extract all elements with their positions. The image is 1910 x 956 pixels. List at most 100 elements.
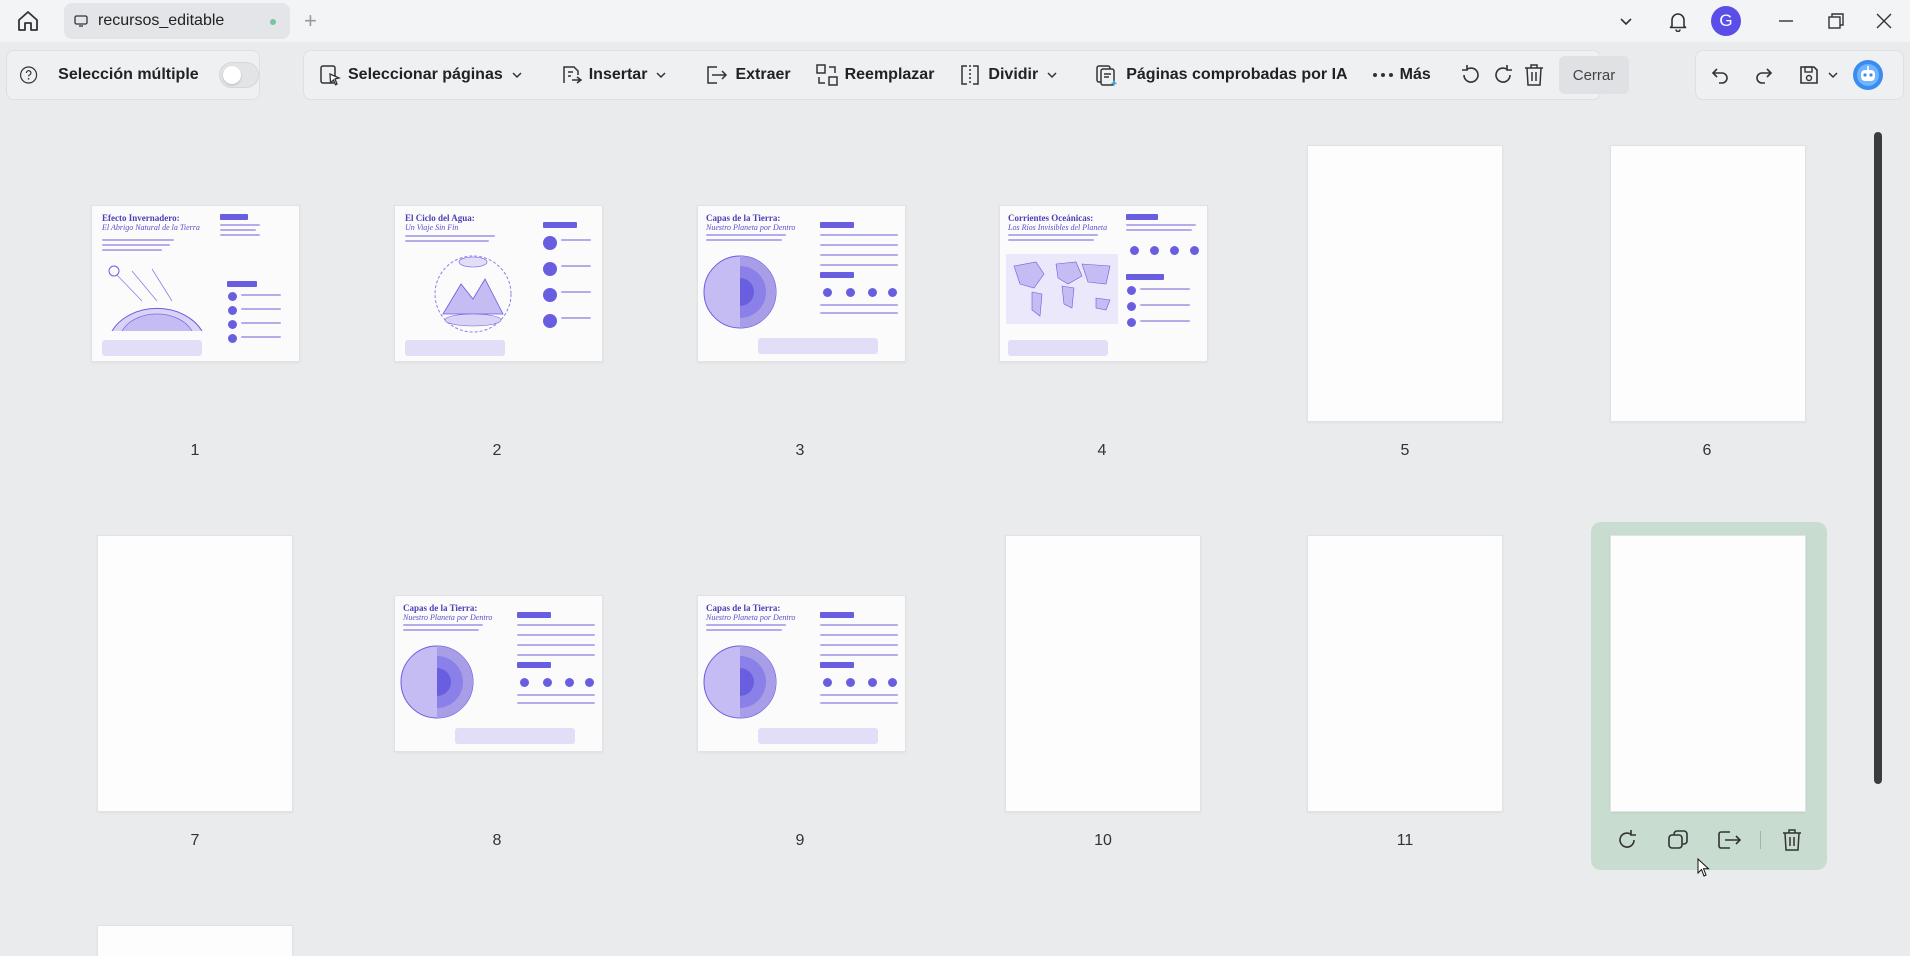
multi-select-panel: Selección múltiple (6, 50, 260, 100)
avatar[interactable]: G (1711, 6, 1741, 36)
replace-button[interactable]: Reemplazar (809, 57, 941, 93)
extract-label: Extraer (735, 66, 791, 83)
split-icon (961, 65, 980, 85)
document-tab-icon (74, 15, 88, 27)
insert-button[interactable]: Insertar (553, 57, 680, 93)
duplicate-page-button[interactable] (1658, 822, 1698, 858)
bell-icon (1669, 13, 1687, 32)
extract-icon (1717, 831, 1741, 849)
document-tab[interactable]: recursos_editable (64, 3, 290, 39)
close-window-button[interactable] (1864, 4, 1904, 38)
divider (1759, 831, 1761, 849)
page-grid: Efecto Invernadero: El Abrigo Natural de… (0, 108, 1910, 956)
avatar-letter: G (1719, 11, 1733, 30)
rotate-left-icon (1461, 65, 1479, 83)
page-preview (97, 925, 293, 956)
mouse-cursor-icon (1697, 858, 1710, 877)
extract-page-button[interactable] (1709, 822, 1749, 858)
redo-button[interactable] (1744, 57, 1784, 93)
split-label: Dividir (988, 66, 1039, 83)
chevron-down-icon (656, 72, 666, 79)
redo-icon (1756, 68, 1773, 84)
restore-icon (1828, 13, 1844, 29)
close-mode-button[interactable]: Cerrar (1558, 56, 1630, 94)
page-number: 10 (1094, 832, 1112, 849)
ai-assistant-button[interactable] (1848, 57, 1888, 93)
infographic-title: El Ciclo del Agua: (405, 213, 475, 223)
tab-title: recursos_editable (98, 12, 225, 29)
infographic-subtitle: Un Viaje Sin Fin (405, 223, 459, 232)
chevron-down-icon (512, 72, 522, 79)
page-number: 6 (1702, 442, 1712, 459)
extract-icon (707, 66, 728, 84)
rotate-right-icon (1618, 830, 1636, 848)
page-preview (1610, 145, 1806, 422)
rotate-left-button[interactable] (1459, 57, 1483, 93)
rotate-right-button[interactable] (1491, 57, 1515, 93)
vertical-scrollbar[interactable] (1874, 132, 1882, 784)
infographic-subtitle: Los Ríos Invisibles del Planeta (1008, 223, 1108, 232)
page-preview: Corrientes Oceánicas: Los Ríos Invisible… (999, 205, 1208, 362)
select-pages-button[interactable]: Seleccionar páginas (312, 57, 535, 93)
insert-label: Insertar (588, 66, 648, 83)
page-actions-bar (1591, 820, 1827, 860)
page-preview: Capas de la Tierra: Nuestro Planeta por … (394, 595, 603, 752)
page-number: 7 (190, 832, 200, 849)
copy-icon (1667, 830, 1688, 849)
page-number: 1 (190, 442, 200, 459)
more-icon (1372, 73, 1393, 77)
delete-button[interactable] (1523, 57, 1545, 93)
save-icon (1800, 66, 1818, 84)
page-preview (1610, 535, 1806, 812)
greenhouse-illustration (108, 265, 203, 331)
ai-checked-pages-label: Páginas comprobadas por IA (1126, 66, 1348, 83)
multi-select-toggle[interactable] (218, 62, 259, 88)
main-toolbar: Seleccionar páginas Insertar Extraer Ree… (303, 50, 1630, 100)
more-button[interactable]: Más (1366, 57, 1437, 93)
page-number: 9 (795, 832, 805, 849)
close-mode-label: Cerrar (1572, 66, 1616, 84)
page-number: 5 (1400, 442, 1410, 459)
page-preview (97, 535, 293, 812)
minimize-button[interactable] (1766, 4, 1806, 38)
select-pages-icon (320, 65, 341, 86)
infographic-title: Corrientes Oceánicas: (1008, 213, 1094, 223)
tabs-dropdown-button[interactable] (1606, 4, 1646, 38)
minimize-icon (1779, 20, 1793, 22)
rotate-page-button[interactable] (1607, 822, 1647, 858)
select-pages-label: Seleccionar páginas (348, 66, 503, 83)
notifications-button[interactable] (1658, 4, 1698, 38)
page-preview: Efecto Invernadero: El Abrigo Natural de… (91, 205, 300, 362)
close-icon (1876, 13, 1892, 29)
trash-icon (1782, 829, 1801, 851)
ai-checked-pages-button[interactable]: Páginas comprobadas por IA (1088, 57, 1353, 93)
infographic-subtitle: El Abrigo Natural de la Tierra (102, 223, 200, 232)
rotate-right-icon (1494, 65, 1512, 83)
infographic-subtitle: Nuestro Planeta por Dentro (706, 223, 796, 232)
restore-button[interactable] (1816, 4, 1856, 38)
extract-button[interactable]: Extraer (697, 57, 796, 93)
page-preview (1005, 535, 1201, 812)
page-preview (1307, 535, 1503, 812)
infographic-title: Capas de la Tierra: (403, 603, 478, 613)
help-icon[interactable] (19, 63, 38, 87)
new-tab-button[interactable]: + (304, 8, 317, 34)
save-options-button[interactable] (1824, 57, 1842, 93)
unsaved-dot (270, 19, 276, 25)
save-button[interactable] (1794, 57, 1824, 93)
infographic-title: Capas de la Tierra: (706, 603, 781, 613)
infographic-subtitle: Nuestro Planeta por Dentro (403, 613, 493, 622)
water-cycle-illustration (434, 255, 512, 333)
page-number: 3 (795, 442, 805, 459)
multi-select-label: Selección múltiple (58, 66, 199, 83)
split-button[interactable]: Dividir (952, 57, 1070, 93)
ai-pages-icon (1096, 65, 1118, 87)
delete-page-button[interactable] (1772, 822, 1812, 858)
replace-label: Reemplazar (844, 66, 935, 83)
trash-icon (1524, 64, 1543, 86)
infographic-title: Capas de la Tierra: (706, 213, 781, 223)
home-button[interactable] (10, 5, 46, 37)
undo-button[interactable] (1700, 57, 1740, 93)
ai-assistant-icon (1853, 60, 1883, 90)
right-toolbar (1695, 50, 1904, 100)
